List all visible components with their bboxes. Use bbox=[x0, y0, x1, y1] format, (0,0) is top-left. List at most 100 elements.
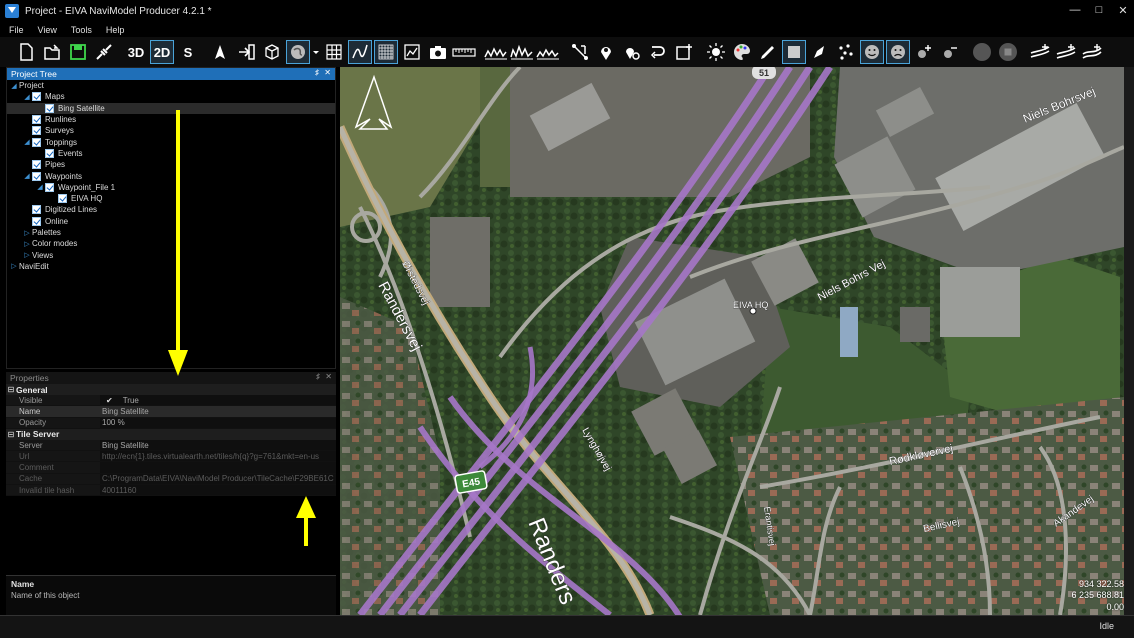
menu-file[interactable]: File bbox=[9, 25, 24, 35]
expand-arrow-icon[interactable]: ▷ bbox=[22, 229, 32, 237]
sun-icon[interactable] bbox=[704, 40, 728, 64]
import-icon[interactable] bbox=[234, 40, 258, 64]
dense-grid-icon[interactable] bbox=[374, 40, 398, 64]
close-icon[interactable]: ✕ bbox=[325, 372, 332, 381]
property-row[interactable]: Opacity 100 % bbox=[6, 417, 336, 429]
ruler-icon[interactable] bbox=[452, 40, 476, 64]
add-line-icon[interactable] bbox=[1028, 40, 1052, 64]
contour-icon[interactable] bbox=[348, 40, 372, 64]
collapse-arrow-icon[interactable]: ◢ bbox=[35, 183, 45, 191]
menu-view[interactable]: View bbox=[38, 25, 57, 35]
tree-item[interactable]: ◢ Maps bbox=[7, 91, 335, 102]
property-section[interactable]: ⊟ General bbox=[6, 384, 336, 395]
property-value[interactable]: 40011160 bbox=[100, 485, 336, 496]
property-value[interactable]: ✔ True bbox=[100, 395, 336, 406]
brush-icon[interactable] bbox=[756, 40, 780, 64]
property-row[interactable]: Visible ✔ True bbox=[6, 395, 336, 407]
close-icon[interactable]: ✕ bbox=[324, 68, 331, 77]
property-value[interactable]: Bing Satellite bbox=[100, 406, 336, 417]
property-value[interactable]: 100 % bbox=[100, 417, 336, 428]
collapse-arrow-icon[interactable]: ◢ bbox=[22, 172, 32, 180]
globe-icon[interactable] bbox=[286, 40, 310, 64]
menu-help[interactable]: Help bbox=[106, 25, 125, 35]
view-3d-button[interactable]: 3D bbox=[124, 40, 148, 64]
tree-item[interactable]: ◢ Project bbox=[7, 80, 335, 91]
menu-tools[interactable]: Tools bbox=[71, 25, 92, 35]
visibility-checkbox[interactable] bbox=[32, 92, 41, 102]
profile-2-icon[interactable] bbox=[510, 40, 534, 64]
connect-icon[interactable] bbox=[92, 40, 116, 64]
profile-icon[interactable] bbox=[484, 40, 508, 64]
visibility-checkbox[interactable] bbox=[32, 115, 41, 125]
square-fill-icon[interactable] bbox=[782, 40, 806, 64]
map-scrollbar[interactable] bbox=[1124, 67, 1134, 615]
property-value[interactable]: C:\ProgramData\EIVA\NaviModel Producer\T… bbox=[100, 473, 336, 485]
property-row[interactable]: Name Bing Satellite bbox=[6, 406, 336, 418]
property-value[interactable] bbox=[100, 462, 336, 473]
property-row[interactable]: Comment bbox=[6, 462, 336, 474]
check-icon[interactable]: ✔ bbox=[102, 396, 113, 405]
view-s-button[interactable]: S bbox=[176, 40, 200, 64]
close-button[interactable]: ✕ bbox=[1112, 0, 1134, 20]
new-project-icon[interactable] bbox=[14, 40, 38, 64]
chart-window-icon[interactable] bbox=[400, 40, 424, 64]
property-value[interactable]: http://ecn{1}.tiles.virtualearth.net/til… bbox=[100, 451, 336, 462]
rocket-icon[interactable] bbox=[808, 40, 832, 64]
undo-path-icon[interactable] bbox=[646, 40, 670, 64]
satellite-map[interactable]: 51 E45 Niels Bohrsvej Niels Bohrs Vej Ra… bbox=[340, 67, 1124, 615]
property-row[interactable]: Invalid tile hash 40011160 bbox=[6, 485, 336, 497]
property-row[interactable]: Url http://ecn{1}.tiles.virtualearth.net/… bbox=[6, 451, 336, 463]
maximize-button[interactable]: □ bbox=[1088, 0, 1110, 20]
visibility-checkbox[interactable] bbox=[45, 148, 54, 158]
pin-icon[interactable]: ♯ bbox=[316, 372, 320, 381]
map-view[interactable]: 51 E45 Niels Bohrsvej Niels Bohrs Vej Ra… bbox=[340, 67, 1124, 615]
pin-icon[interactable]: ♯ bbox=[315, 68, 319, 77]
visibility-checkbox[interactable] bbox=[45, 182, 54, 192]
palette-icon[interactable] bbox=[730, 40, 754, 64]
collapse-arrow-icon[interactable]: ◢ bbox=[22, 93, 32, 101]
camera-icon[interactable] bbox=[426, 40, 450, 64]
save-icon[interactable] bbox=[66, 40, 90, 64]
pin-search-icon[interactable] bbox=[620, 40, 644, 64]
pin-icon[interactable] bbox=[594, 40, 618, 64]
property-value[interactable]: Bing Satellite bbox=[100, 439, 336, 451]
property-row[interactable]: Server Bing Satellite bbox=[6, 439, 336, 452]
visibility-checkbox[interactable] bbox=[32, 205, 41, 215]
collapse-icon[interactable]: ⊟ bbox=[6, 385, 16, 394]
collapse-icon[interactable]: ⊟ bbox=[6, 430, 16, 439]
expand-arrow-icon[interactable]: ▷ bbox=[22, 240, 32, 248]
visibility-checkbox[interactable] bbox=[45, 103, 54, 113]
visibility-checkbox[interactable] bbox=[32, 137, 41, 147]
view-2d-button[interactable]: 2D bbox=[150, 40, 174, 64]
visibility-checkbox[interactable] bbox=[32, 171, 41, 181]
remove-point-icon[interactable] bbox=[938, 40, 962, 64]
stop-circle-icon[interactable] bbox=[996, 40, 1020, 64]
smiley-icon[interactable] bbox=[860, 40, 884, 64]
visibility-checkbox[interactable] bbox=[58, 194, 67, 204]
open-project-icon[interactable] bbox=[40, 40, 64, 64]
collapse-arrow-icon[interactable]: ◢ bbox=[22, 138, 32, 146]
property-section[interactable]: ⊟ Tile Server bbox=[6, 428, 336, 440]
visibility-checkbox[interactable] bbox=[32, 160, 41, 170]
route-icon[interactable] bbox=[568, 40, 592, 64]
cube-icon[interactable] bbox=[260, 40, 284, 64]
minimize-button[interactable]: — bbox=[1064, 0, 1086, 20]
sad-face-icon[interactable] bbox=[886, 40, 910, 64]
add-frame-icon[interactable] bbox=[672, 40, 696, 64]
add-point-icon[interactable] bbox=[912, 40, 936, 64]
add-line-2-icon[interactable] bbox=[1054, 40, 1078, 64]
expand-arrow-icon[interactable]: ▷ bbox=[9, 262, 19, 270]
record-circle-icon[interactable] bbox=[970, 40, 994, 64]
visibility-checkbox[interactable] bbox=[32, 126, 41, 136]
dots-icon[interactable] bbox=[834, 40, 858, 64]
north-arrow-icon[interactable] bbox=[208, 40, 232, 64]
dropdown-chevron-icon[interactable] bbox=[312, 40, 320, 64]
profile-3-icon[interactable] bbox=[536, 40, 560, 64]
eiva-hq-waypoint[interactable] bbox=[749, 307, 757, 315]
visibility-checkbox[interactable] bbox=[32, 216, 41, 226]
add-line-3-icon[interactable] bbox=[1080, 40, 1104, 64]
expand-arrow-icon[interactable]: ▷ bbox=[22, 251, 32, 259]
collapse-arrow-icon[interactable]: ◢ bbox=[9, 82, 19, 90]
property-row[interactable]: Cache C:\ProgramData\EIVA\NaviModel Produ… bbox=[6, 473, 336, 486]
grid-icon[interactable] bbox=[322, 40, 346, 64]
